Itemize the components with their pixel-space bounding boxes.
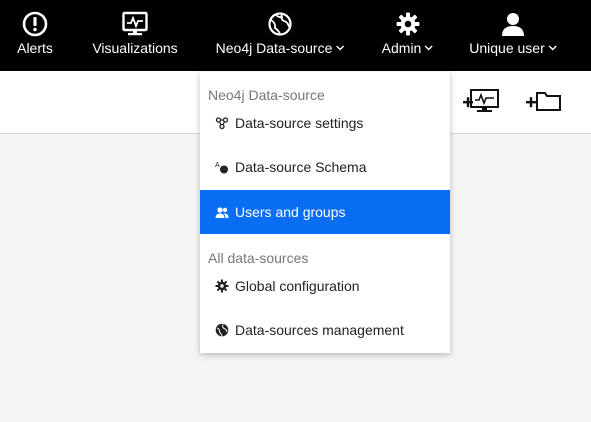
graph-nodes-icon xyxy=(215,117,229,130)
menu-item-users-and-groups[interactable]: Users and groups xyxy=(200,190,450,234)
menu-item-datasource-settings[interactable]: Data-source settings xyxy=(200,101,450,145)
nav-datasource-label: Neo4j Data-source xyxy=(216,40,345,56)
nav-datasource[interactable]: Neo4j Data-source xyxy=(210,0,350,71)
top-navigation-bar: Alerts Visualizations Neo4j Data-source xyxy=(0,0,591,71)
nav-user-text: Unique user xyxy=(469,40,545,56)
monitor-pulse-icon xyxy=(122,11,148,36)
menu-item-global-configuration-label: Global configuration xyxy=(235,278,360,294)
gear-icon xyxy=(215,279,229,293)
nav-visualizations-label: Visualizations xyxy=(92,40,178,56)
menu-item-datasource-schema-label: Data-source Schema xyxy=(235,159,367,175)
datasource-dropdown-menu: Neo4j Data-source Data-source settings A… xyxy=(200,72,450,353)
chevron-down-icon xyxy=(548,45,557,51)
nav-visualizations[interactable]: Visualizations xyxy=(85,0,185,71)
nav-admin[interactable]: Admin xyxy=(375,0,440,71)
menu-item-datasource-settings-label: Data-source settings xyxy=(235,115,364,131)
chevron-down-icon xyxy=(424,45,433,51)
exclamation-circle-icon xyxy=(22,11,48,37)
nav-user-label: Unique user xyxy=(469,40,557,56)
gear-icon xyxy=(396,12,419,36)
nav-alerts[interactable]: Alerts xyxy=(0,0,70,71)
nav-admin-label: Admin xyxy=(382,40,434,56)
svg-text:A: A xyxy=(215,162,220,169)
globe-icon xyxy=(215,323,229,337)
user-icon xyxy=(502,13,524,36)
menu-item-datasource-schema[interactable]: A Data-source Schema xyxy=(200,145,450,189)
menu-item-global-configuration[interactable]: Global configuration xyxy=(200,264,450,308)
nav-user[interactable]: Unique user xyxy=(463,0,563,71)
menu-item-datasources-management[interactable]: Data-sources management xyxy=(200,308,450,352)
nav-datasource-text: Neo4j Data-source xyxy=(215,40,333,56)
nav-alerts-label: Alerts xyxy=(17,40,53,56)
globe-icon xyxy=(268,12,292,36)
menu-item-users-and-groups-label: Users and groups xyxy=(235,204,346,220)
users-icon xyxy=(215,207,229,218)
add-folder-icon[interactable] xyxy=(525,87,565,115)
schema-icon: A xyxy=(215,162,228,174)
nav-admin-text: Admin xyxy=(381,40,422,56)
chevron-down-icon xyxy=(335,45,344,51)
menu-item-datasources-management-label: Data-sources management xyxy=(235,322,404,338)
add-monitor-icon[interactable] xyxy=(462,87,502,115)
